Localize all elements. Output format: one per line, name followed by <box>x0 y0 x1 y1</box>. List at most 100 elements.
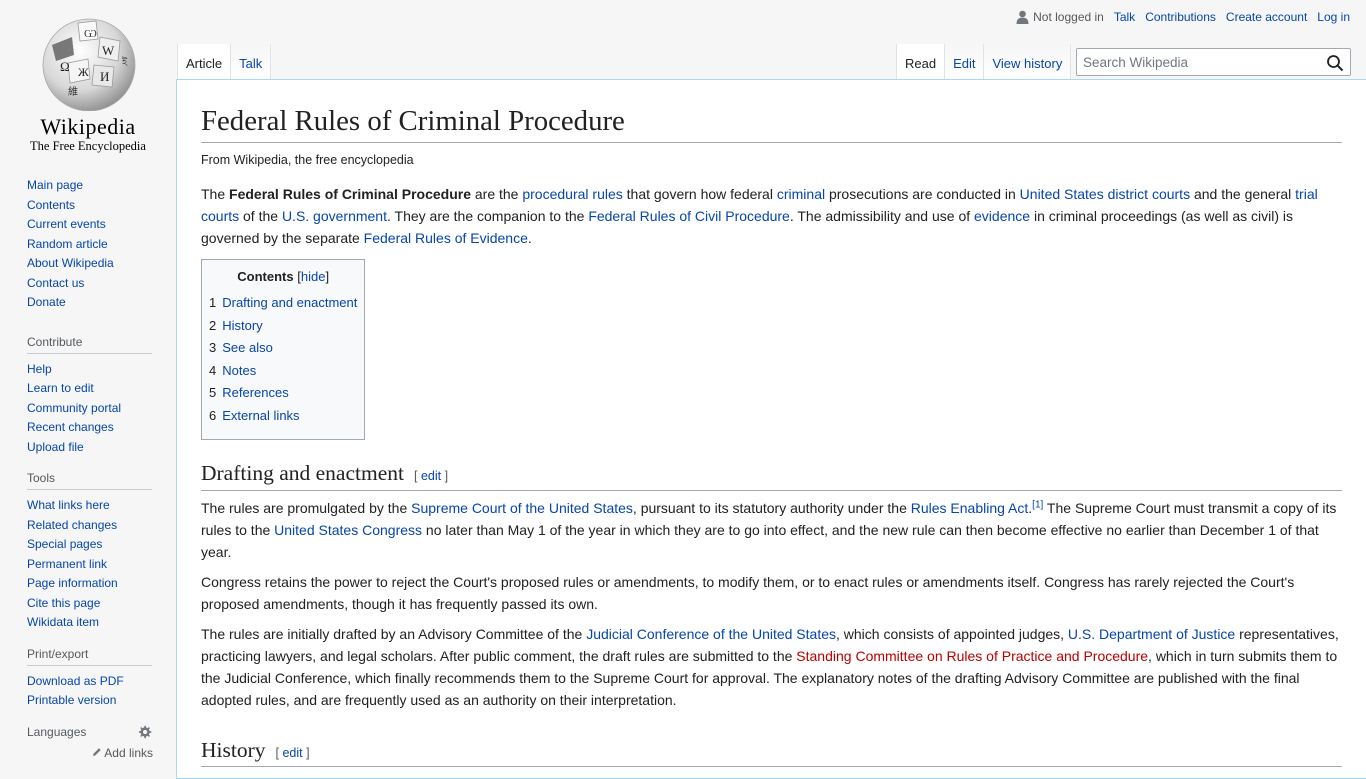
section-edit[interactable]: [ edit ] <box>276 746 310 760</box>
sidebar-item-upload-file[interactable]: Upload file <box>27 440 84 454</box>
toc-item[interactable]: 3 See also <box>209 337 357 360</box>
text-span: , pursuant to its statutory authority un… <box>632 499 911 516</box>
gear-icon[interactable] <box>137 725 152 740</box>
pencil-icon <box>92 747 101 756</box>
link-department-of-justice[interactable]: U.S. Department of Justice <box>1068 626 1235 642</box>
tab-talk[interactable]: Talk <box>231 44 272 80</box>
talk-link[interactable]: Talk <box>1114 10 1135 24</box>
section-edit[interactable]: [ edit ] <box>414 469 448 483</box>
svg-text:Ω: Ω <box>60 59 70 74</box>
link-civil-procedure[interactable]: Federal Rules of Civil Procedure <box>588 208 790 224</box>
languages-heading-row: Languages <box>27 725 152 740</box>
sidebar-item-recent-changes[interactable]: Recent changes <box>27 420 114 434</box>
svg-text:Ж: Ж <box>78 65 89 79</box>
create-account-link[interactable]: Create account <box>1226 10 1307 24</box>
link-rules-of-evidence[interactable]: Federal Rules of Evidence <box>364 230 528 246</box>
tab-view-history[interactable]: View history <box>984 44 1072 80</box>
wikipedia-wordmark: Wikipedia <box>40 114 136 139</box>
toc-hide-toggle[interactable]: [hide] <box>297 269 329 284</box>
link-criminal[interactable]: criminal <box>777 186 825 202</box>
text-span: prosecutions are conducted in <box>825 186 1020 203</box>
toc-number: 5 <box>209 385 217 401</box>
sidebar-contribute: Contribute Help Learn to edit Community … <box>0 335 176 458</box>
log-in-link[interactable]: Log in <box>1317 10 1350 24</box>
svg-text:W: W <box>102 43 115 58</box>
tab-article[interactable]: Article <box>177 44 232 80</box>
svg-text:Ѡ: Ѡ <box>84 28 97 40</box>
not-logged-in-status: Not logged in <box>1016 10 1104 24</box>
namespace-tabs: Article Talk <box>177 44 272 80</box>
redlink-standing-committee[interactable]: Standing Committee on Rules of Practice … <box>796 648 1148 664</box>
toc-link-notes[interactable]: Notes <box>222 363 256 378</box>
text-span: The <box>201 186 230 203</box>
sidebar-item-about-wikipedia[interactable]: About Wikipedia <box>27 256 114 270</box>
link-district-courts[interactable]: United States district courts <box>1020 186 1190 202</box>
tab-edit[interactable]: Edit <box>945 44 985 80</box>
sidebar-item-printable-version[interactable]: Printable version <box>27 693 116 707</box>
sidebar-item-current-events[interactable]: Current events <box>27 217 106 231</box>
reference-link[interactable]: [1] <box>1032 499 1043 510</box>
section-heading-history: History [ edit ] <box>201 735 1342 767</box>
sidebar-item-contact-us[interactable]: Contact us <box>27 276 84 290</box>
article-subject-bold: Federal Rules of Criminal Procedure <box>229 186 471 203</box>
sidebar-item-donate[interactable]: Donate <box>27 295 66 309</box>
sidebar-item-download-pdf[interactable]: Download as PDF <box>27 674 124 688</box>
sidebar-item-learn-to-edit[interactable]: Learn to edit <box>27 381 94 395</box>
wikipedia-logo[interactable]: Ѡ W Ω Ж И 維 ই Wikipedia The Free Encyclo… <box>0 0 176 160</box>
text-span: and the general <box>1190 186 1296 203</box>
search-icon[interactable] <box>1326 54 1344 72</box>
text-span: of the <box>239 208 282 225</box>
contribute-heading: Contribute <box>27 335 152 354</box>
sidebar-item-community-portal[interactable]: Community portal <box>27 401 121 415</box>
toc-link-history[interactable]: History <box>222 318 262 333</box>
search-input[interactable] <box>1077 49 1317 75</box>
toc-item[interactable]: 6 External links <box>209 405 357 428</box>
tab-read[interactable]: Read <box>896 44 946 80</box>
sidebar-item-help[interactable]: Help <box>27 362 52 376</box>
svg-text:ই: ই <box>121 56 128 68</box>
sidebar-item-wikidata-item[interactable]: Wikidata item <box>27 615 99 629</box>
sidebar-item-contents[interactable]: Contents <box>27 198 75 212</box>
toc-number: 3 <box>209 340 217 356</box>
sidebar-item-cite-this-page[interactable]: Cite this page <box>27 596 100 610</box>
link-us-congress[interactable]: United States Congress <box>274 522 422 538</box>
sidebar-item-main-page[interactable]: Main page <box>27 178 83 192</box>
toc-link-see-also[interactable]: See also <box>222 340 273 355</box>
toc-item[interactable]: 4 Notes <box>209 360 357 383</box>
toc-item[interactable]: 5 References <box>209 382 357 405</box>
sidebar-item-what-links-here[interactable]: What links here <box>27 498 110 512</box>
search-box <box>1076 48 1351 76</box>
link-supreme-court[interactable]: Supreme Court of the United States <box>411 500 633 516</box>
toc-item[interactable]: 1 Drafting and enactment <box>209 292 357 315</box>
link-us-government[interactable]: U.S. government <box>282 208 387 224</box>
sidebar-item-related-changes[interactable]: Related changes <box>27 518 117 532</box>
edit-link[interactable]: edit <box>421 469 441 483</box>
toc-link-drafting[interactable]: Drafting and enactment <box>222 295 357 310</box>
add-links[interactable]: Add links <box>27 746 153 760</box>
toc-title-row: Contents [hide] <box>209 269 357 284</box>
not-logged-in-label: Not logged in <box>1033 10 1104 24</box>
sidebar-item-special-pages[interactable]: Special pages <box>27 537 102 551</box>
section-heading-text: Drafting and enactment <box>201 461 404 486</box>
link-judicial-conference[interactable]: Judicial Conference of the United States <box>586 626 836 642</box>
toc-number: 6 <box>209 407 217 423</box>
sidebar-tools: Tools What links here Related changes Sp… <box>0 471 176 633</box>
toc-link-external-links[interactable]: External links <box>222 408 299 423</box>
toc-hide-link[interactable]: hide <box>301 269 326 284</box>
svg-text:維: 維 <box>68 85 78 98</box>
text-span: , which consists of appointed judges, <box>836 625 1068 642</box>
contributions-link[interactable]: Contributions <box>1145 10 1216 24</box>
text-span: . They are the companion to the <box>387 208 589 225</box>
sidebar-item-permanent-link[interactable]: Permanent link <box>27 557 107 571</box>
link-rules-enabling-act[interactable]: Rules Enabling Act <box>911 500 1029 516</box>
edit-link[interactable]: edit <box>282 746 302 760</box>
link-procedural-rules[interactable]: procedural rules <box>522 186 622 202</box>
languages-heading: Languages <box>27 725 87 739</box>
drafting-paragraph-1: The rules are promulgated by the Supreme… <box>201 497 1342 563</box>
text-span: are the <box>470 186 523 203</box>
toc-item[interactable]: 2 History <box>209 315 357 338</box>
sidebar-item-random-article[interactable]: Random article <box>27 237 108 251</box>
sidebar-item-page-information[interactable]: Page information <box>27 576 118 590</box>
toc-link-references[interactable]: References <box>222 385 288 400</box>
link-evidence[interactable]: evidence <box>974 208 1030 224</box>
